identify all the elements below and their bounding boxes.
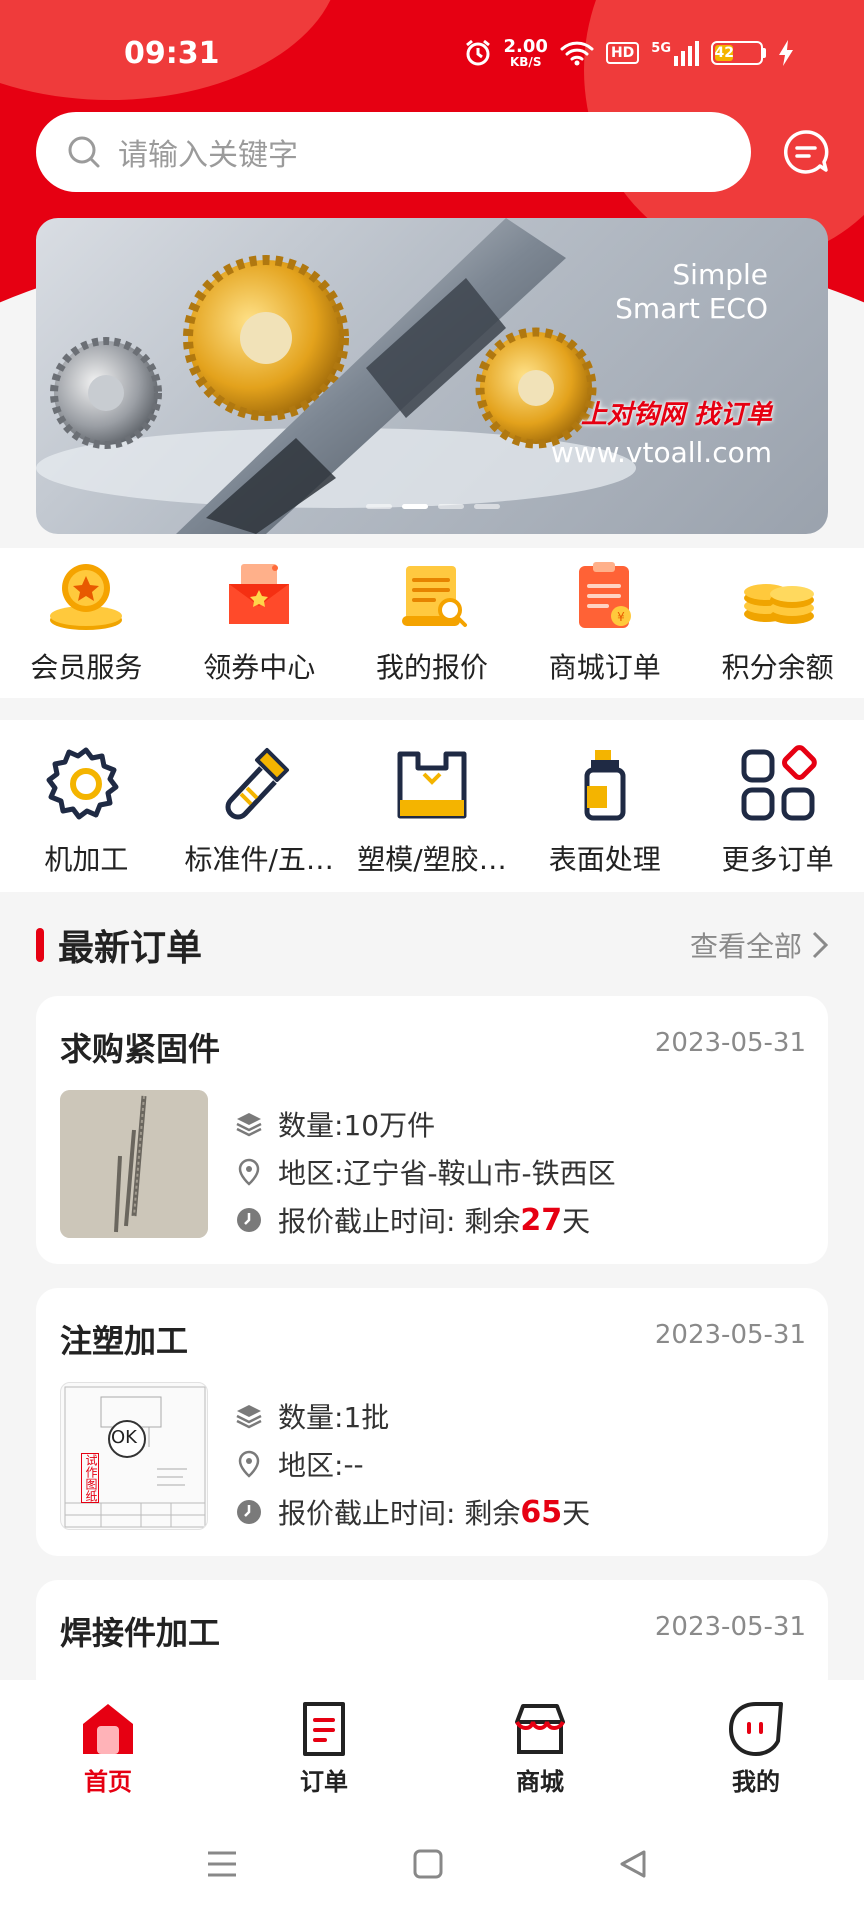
signal-icon: 5G: [651, 40, 699, 66]
search-icon: [68, 136, 100, 168]
charging-icon: [779, 40, 793, 66]
net-speed: 2.00 KB/S: [503, 36, 548, 69]
order-date: 2023-05-31: [654, 1612, 806, 1642]
grid-more-icon: [741, 745, 817, 821]
quote-scroll-icon: [401, 566, 467, 627]
latest-orders-header: 最新订单 查看全部: [36, 918, 828, 972]
category-machining[interactable]: 机加工: [0, 720, 173, 892]
order-date: 2023-05-31: [654, 1028, 806, 1058]
carousel-indicator: [366, 504, 500, 509]
plastic-bag-icon: [397, 751, 467, 819]
bottom-tab-bar: 首页 订单 商城 我的: [0, 1680, 864, 1800]
order-title: 注塑加工: [60, 1322, 189, 1360]
alarm-icon: [465, 39, 490, 66]
search-placeholder: 请输入关键字: [118, 138, 298, 173]
menu-icon[interactable]: [206, 1848, 238, 1880]
system-nav-bar: [0, 1800, 864, 1920]
mall-order-icon: ¥: [578, 562, 631, 628]
clock-icon: [237, 1500, 261, 1524]
quick-item-mall-order[interactable]: ¥ 商城订单: [518, 548, 691, 698]
order-region: 地区: --: [234, 1440, 590, 1488]
order-card[interactable]: 注塑加工 2023-05-31 OK 试作图纸 数量: 1批 地区: -- 报价截止…: [36, 1288, 828, 1556]
promo-banner[interactable]: Simple Smart ECO 上对钩网 找订单 www.vtoall.com: [36, 218, 828, 534]
category-standard-parts[interactable]: 标准件/五…: [173, 720, 346, 892]
order-deadline: 报价截止时间: 剩余 65 天: [234, 1488, 590, 1536]
order-info: 数量: 1批 地区: -- 报价截止时间: 剩余 65 天: [234, 1392, 590, 1536]
quick-item-coupon[interactable]: 领券中心: [173, 548, 346, 698]
section-title: 最新订单: [58, 928, 203, 969]
store-icon: [515, 1704, 565, 1754]
banner-slogan: 上对钩网 找订单: [580, 400, 772, 430]
quick-item-points[interactable]: 积分余额: [691, 548, 864, 698]
tab-store[interactable]: 商城: [432, 1680, 648, 1800]
home-icon: [83, 1704, 133, 1754]
banner-tagline: Simple Smart ECO: [615, 258, 768, 325]
clock-icon: [237, 1208, 261, 1232]
member-medal-icon: [50, 564, 123, 630]
order-thumbnail: OK 试作图纸: [60, 1382, 208, 1530]
status-icons: 2.00 KB/S HD 5G 42: [464, 38, 794, 68]
quick-menu: 会员服务 领券中心 我的报价 ¥ 商城订单 积分余额: [0, 548, 864, 698]
order-date: 2023-05-31: [654, 1320, 806, 1350]
order-title: 焊接件加工: [60, 1614, 221, 1652]
category-more-orders[interactable]: 更多订单: [691, 720, 864, 892]
quick-item-member[interactable]: 会员服务: [0, 548, 173, 698]
thumbnail-stamp: 试作图纸: [81, 1453, 99, 1503]
thumbnail-ok-mark: OK: [111, 1427, 137, 1448]
chevron-right-icon: [812, 931, 828, 959]
banner-url: www.vtoall.com: [550, 436, 772, 469]
order-deadline: 报价截止时间: 剩余 27 天: [234, 1196, 616, 1244]
status-time: 09:31: [124, 36, 220, 71]
category-surface-treatment[interactable]: 表面处理: [518, 720, 691, 892]
order-region: 地区: 辽宁省-鞍山市-铁西区: [234, 1148, 616, 1196]
order-quantity: 数量: 10万件: [234, 1100, 616, 1148]
location-pin-icon: [238, 1158, 260, 1186]
order-title: 求购紧固件: [60, 1030, 221, 1068]
tab-profile[interactable]: 我的: [648, 1680, 864, 1800]
layers-icon: [236, 1113, 262, 1137]
status-bar: 09:31 2.00 KB/S HD 5G 42: [0, 0, 864, 110]
tab-orders[interactable]: 订单: [216, 1680, 432, 1800]
coins-icon: [743, 584, 814, 624]
quick-item-quote[interactable]: 我的报价: [346, 548, 519, 698]
order-doc-icon: [303, 1702, 345, 1756]
section-accent-bar: [36, 928, 44, 962]
home-square-icon[interactable]: [412, 1848, 444, 1880]
coupon-envelope-icon: [229, 564, 290, 624]
message-icon[interactable]: [782, 128, 830, 176]
order-quantity: 数量: 1批: [234, 1392, 590, 1440]
back-icon[interactable]: [618, 1848, 650, 1880]
order-thumbnail: [60, 1090, 208, 1238]
location-pin-icon: [238, 1450, 260, 1478]
bolt-icon: [225, 748, 290, 820]
hd-badge: HD: [605, 42, 640, 64]
battery-icon: 42: [711, 41, 766, 65]
tab-home[interactable]: 首页: [0, 1680, 216, 1800]
view-all-link[interactable]: 查看全部: [690, 925, 828, 965]
category-menu: 机加工 标准件/五… 塑模/塑胶… 表面处理 更多订单: [0, 720, 864, 892]
gear-icon: [46, 747, 119, 820]
profile-icon: [729, 1702, 783, 1756]
order-info: 数量: 10万件 地区: 辽宁省-鞍山市-铁西区 报价截止时间: 剩余 27 天: [234, 1100, 616, 1244]
wifi-icon: [560, 41, 594, 66]
spray-bottle-icon: [584, 750, 626, 821]
search-input[interactable]: 请输入关键字: [36, 112, 751, 192]
order-card[interactable]: 求购紧固件 2023-05-31 数量: 10万件 地区: 辽宁省-鞍山市-铁西区 …: [36, 996, 828, 1264]
layers-icon: [236, 1405, 262, 1429]
category-plastic-mold[interactable]: 塑模/塑胶…: [346, 720, 519, 892]
svg-text:¥: ¥: [617, 610, 625, 624]
